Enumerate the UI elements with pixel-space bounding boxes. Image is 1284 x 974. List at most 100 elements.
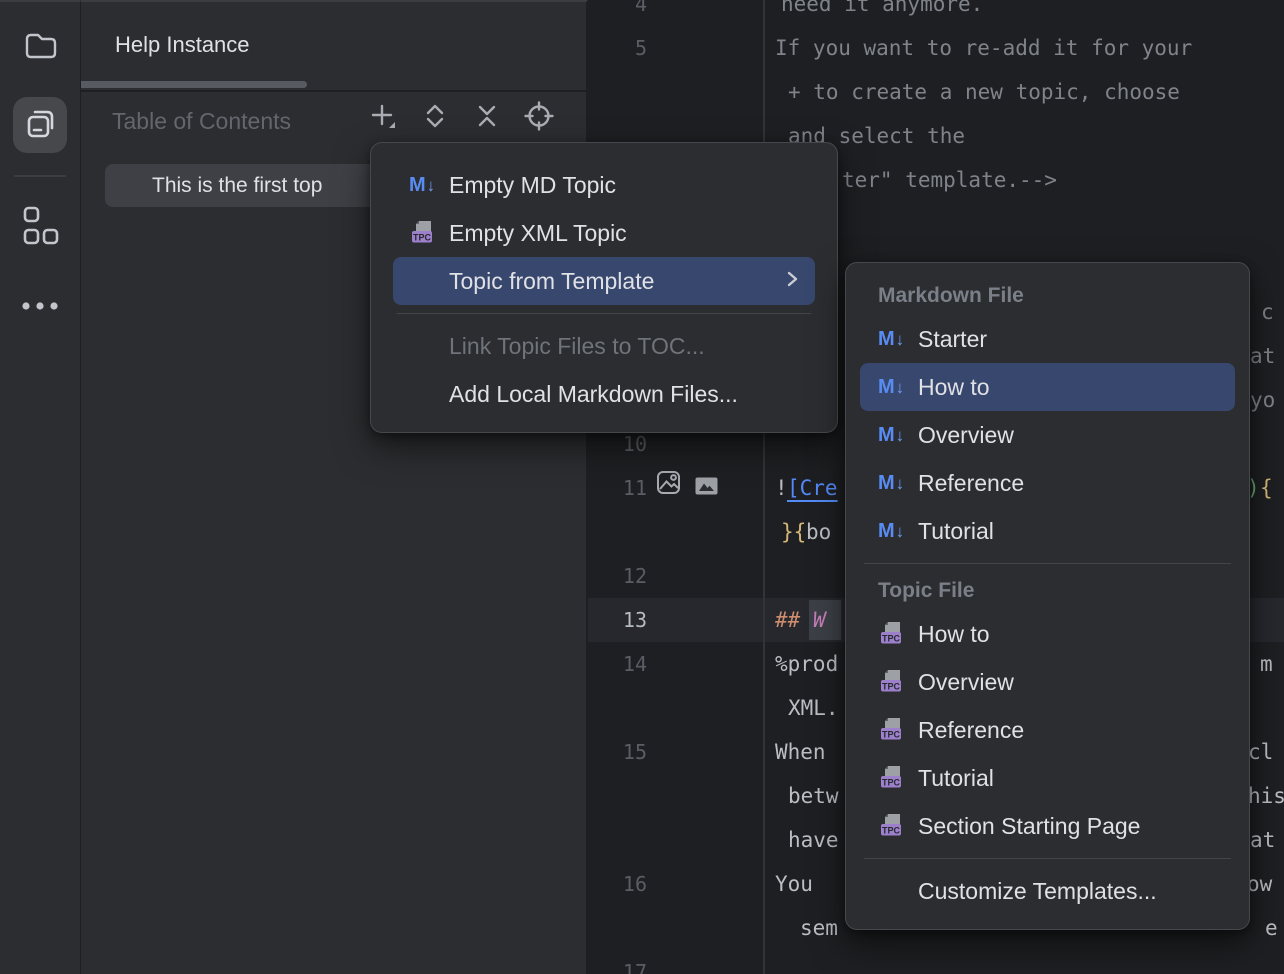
line-number: 15 bbox=[586, 730, 647, 774]
topic-file-icon: TPC bbox=[878, 811, 904, 842]
markdown-file-icon: M↓ bbox=[409, 174, 435, 197]
markdown-file-icon: M↓ bbox=[878, 520, 904, 543]
gutter-image-icons[interactable] bbox=[656, 466, 718, 510]
activity-bar bbox=[0, 0, 81, 974]
code-segment: e bbox=[1265, 906, 1278, 950]
editor-line: 5If you want to re-add it for your bbox=[586, 26, 1284, 70]
menu-item-customize-templates[interactable]: Customize Templates... bbox=[860, 867, 1235, 915]
code-segment: sem bbox=[800, 906, 838, 950]
editor-line: + to create a new topic, choose bbox=[586, 70, 1284, 114]
code-segment: ow bbox=[1247, 862, 1272, 906]
svg-text:TPC: TPC bbox=[882, 729, 901, 739]
menu-item-reference[interactable]: TPCReference bbox=[860, 706, 1235, 754]
menu-item-section-starting-page[interactable]: TPC Section Starting Page bbox=[860, 802, 1235, 850]
menu-separator bbox=[397, 313, 811, 314]
expand-all-button[interactable] bbox=[421, 104, 449, 132]
more-tool-windows-button[interactable] bbox=[0, 280, 80, 336]
menu-item-label: Topic from Template bbox=[449, 268, 654, 295]
line-number: 12 bbox=[586, 554, 647, 598]
menu-item-label: How to bbox=[918, 621, 990, 648]
svg-text:TPC: TPC bbox=[882, 633, 901, 643]
topics-icon bbox=[22, 105, 58, 146]
menu-item-label: Section Starting Page bbox=[918, 813, 1140, 840]
menu-item-empty-xml-topic[interactable]: TPC Empty XML Topic bbox=[393, 209, 815, 257]
menu-item-reference[interactable]: M↓Reference bbox=[860, 459, 1235, 507]
toc-section-title: Table of Contents bbox=[112, 108, 291, 135]
submenu-arrow-icon bbox=[785, 269, 799, 294]
project-tool-button[interactable] bbox=[0, 19, 80, 75]
code-segment: { bbox=[1260, 466, 1273, 510]
collapse-all-icon bbox=[474, 102, 500, 135]
menu-item-label: Add Local Markdown Files... bbox=[449, 381, 738, 408]
menu-item-empty-md-topic[interactable]: M↓ Empty MD Topic bbox=[393, 161, 815, 209]
code-segment: his bbox=[1248, 774, 1284, 818]
code-segment: need it anymore. bbox=[781, 0, 983, 26]
code-segment: + to create a new topic, choose bbox=[788, 70, 1180, 114]
markdown-file-icon: M↓ bbox=[878, 472, 904, 495]
expand-all-icon bbox=[422, 102, 448, 135]
line-number: 14 bbox=[586, 642, 647, 686]
menu-item-label: Customize Templates... bbox=[918, 878, 1157, 905]
menu-item-how-to[interactable]: TPC How to bbox=[860, 610, 1235, 658]
line-number: 13 bbox=[586, 598, 647, 642]
header-separator bbox=[81, 90, 586, 92]
menu-item-tutorial[interactable]: M↓ Tutorial bbox=[860, 507, 1235, 555]
topic-file-icon: TPC bbox=[409, 218, 435, 249]
editor-line: 17 bbox=[586, 950, 1284, 974]
code-segment: yo bbox=[1250, 378, 1275, 422]
code-segment: m bbox=[1260, 642, 1273, 686]
locate-in-toc-button[interactable] bbox=[525, 104, 553, 132]
code-segment: [Cre bbox=[787, 466, 838, 510]
menu-item-topic-from-template[interactable]: Topic from Template bbox=[393, 257, 815, 305]
image-outline-icon bbox=[656, 466, 681, 510]
menu-item-how-to[interactable]: M↓ How to bbox=[860, 363, 1235, 411]
markdown-file-icon: M↓ bbox=[878, 376, 904, 399]
markdown-file-icon: M↓ bbox=[878, 328, 904, 351]
topic-file-icon: TPC bbox=[878, 763, 904, 794]
svg-text:TPC: TPC bbox=[882, 777, 901, 787]
code-segment: at bbox=[1250, 818, 1275, 862]
toc-tree-item-label: This is the first top bbox=[152, 174, 322, 198]
menu-group-header: Topic File bbox=[860, 572, 1235, 610]
structure-tool-button[interactable] bbox=[0, 200, 80, 256]
line-number: 16 bbox=[586, 862, 647, 906]
menu-item-starter[interactable]: M↓ Starter bbox=[860, 315, 1235, 363]
svg-text:TPC: TPC bbox=[413, 232, 432, 242]
code-segment: at bbox=[1250, 334, 1275, 378]
toc-tree-item-selected[interactable]: This is the first top bbox=[105, 164, 381, 207]
menu-group-header: Markdown File bbox=[860, 277, 1235, 315]
code-segment: have bbox=[788, 818, 839, 862]
code-segment: If you want to re-add it for your bbox=[775, 26, 1192, 70]
folder-icon bbox=[22, 27, 58, 68]
menu-item-label: Empty XML Topic bbox=[449, 220, 627, 247]
menu-item-add-local-markdown-files[interactable]: Add Local Markdown Files... bbox=[393, 370, 815, 418]
menu-item-link-topic-files-to-toc[interactable]: Link Topic Files to TOC... bbox=[393, 322, 815, 370]
topic-file-icon: TPC bbox=[878, 667, 904, 698]
topics-tool-button[interactable] bbox=[0, 97, 80, 153]
image-filled-icon bbox=[695, 466, 718, 510]
menu-item-overview[interactable]: M↓Overview bbox=[860, 411, 1235, 459]
add-topic-button[interactable] bbox=[369, 104, 397, 132]
plus-icon bbox=[369, 102, 397, 135]
menu-item-label: Overview bbox=[918, 669, 1014, 696]
writerside-ide-window: 4 need it anymore.5If you want to re-add … bbox=[0, 0, 1284, 974]
topic-from-template-submenu: Markdown FileM↓StarterM↓How toM↓Overview… bbox=[845, 262, 1250, 930]
menu-item-label: Starter bbox=[918, 326, 987, 353]
topic-file-icon: TPC bbox=[878, 619, 904, 650]
tool-window-tab-indicator bbox=[81, 81, 307, 88]
menu-item-label: Empty MD Topic bbox=[449, 172, 616, 199]
menu-item-tutorial[interactable]: TPCTutorial bbox=[860, 754, 1235, 802]
collapse-all-button[interactable] bbox=[473, 104, 501, 132]
markdown-file-icon: M↓ bbox=[878, 424, 904, 447]
line-number: 4 bbox=[586, 0, 647, 26]
code-segment: }{ bbox=[781, 510, 806, 554]
menu-item-overview[interactable]: TPC Overview bbox=[860, 658, 1235, 706]
menu-item-label: How to bbox=[918, 374, 990, 401]
menu-item-label: Link Topic Files to TOC... bbox=[449, 333, 705, 360]
menu-separator bbox=[864, 858, 1231, 859]
code-segment: bo bbox=[806, 510, 831, 554]
more-icon bbox=[20, 299, 60, 317]
menu-item-label: Tutorial bbox=[918, 518, 994, 545]
code-segment: ter" template.--> bbox=[842, 158, 1057, 202]
menu-separator bbox=[864, 563, 1231, 564]
